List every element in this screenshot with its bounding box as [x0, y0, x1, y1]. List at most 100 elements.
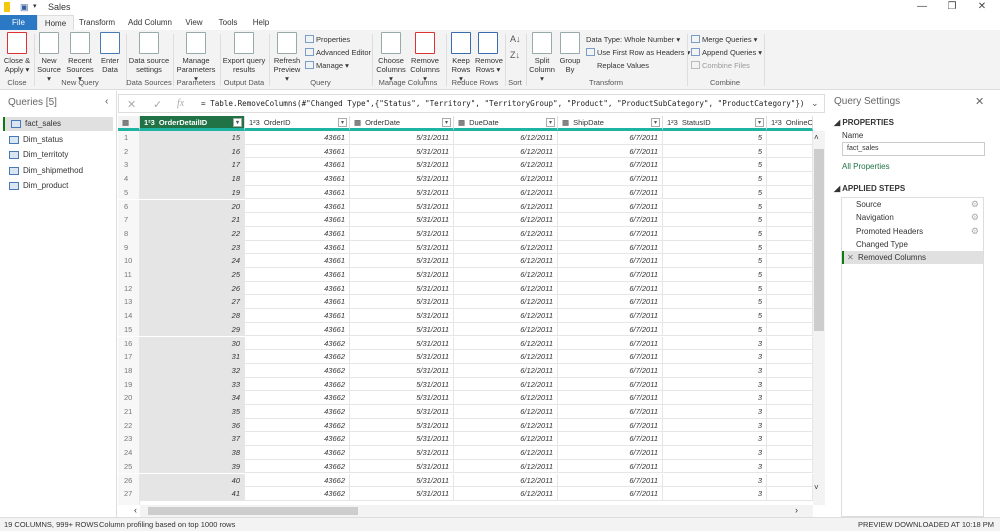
table-cell[interactable] — [767, 405, 813, 419]
table-cell[interactable] — [767, 446, 813, 460]
column-header[interactable]: ▦ DueDate ▾ — [454, 116, 558, 131]
table-cell[interactable]: 5 — [663, 295, 767, 310]
table-cell[interactable]: 3 — [663, 446, 767, 460]
column-header[interactable]: ▦ ShipDate ▾ — [558, 116, 663, 131]
column-header[interactable]: 1²3 OrderDetailID ▾ — [140, 116, 245, 131]
table-cell[interactable]: 5/31/2011 — [350, 226, 454, 241]
date-type-icon[interactable]: ▦ — [354, 118, 361, 127]
table-cell[interactable]: 6/7/2011 — [558, 144, 663, 159]
manage-parameters-button[interactable]: Manage Parameters ▾ — [175, 32, 217, 83]
column-header[interactable]: 1²3 OrderID ▾ — [245, 116, 350, 131]
properties-header[interactable]: ◢ PROPERTIES — [834, 118, 894, 127]
formula-bar[interactable]: ✕ ✓ fx = Table.RemoveColumns(#"Changed T… — [118, 94, 825, 113]
table-cell[interactable]: 6/12/2011 — [454, 418, 558, 433]
table-cell[interactable]: 6/7/2011 — [558, 226, 663, 241]
applied-step[interactable]: Changed Type — [842, 238, 983, 251]
minimize-icon[interactable]: — — [912, 1, 932, 12]
table-cell[interactable]: 5 — [663, 322, 767, 337]
table-cell[interactable] — [767, 158, 813, 173]
table-cell[interactable]: 22 — [140, 226, 245, 241]
gear-icon[interactable]: ⚙ — [971, 198, 979, 211]
recent-sources-button[interactable]: Recent Sources ▾ — [65, 32, 95, 83]
table-cell[interactable]: 3 — [663, 487, 767, 501]
table-cell[interactable]: 3 — [663, 405, 767, 419]
table-cell[interactable]: 5 — [663, 213, 767, 227]
table-cell[interactable] — [767, 281, 813, 296]
table-cell[interactable]: 5/31/2011 — [350, 131, 454, 145]
row-number[interactable]: 7 — [118, 213, 140, 227]
table-cell[interactable] — [767, 322, 813, 337]
table-cell[interactable]: 5 — [663, 281, 767, 296]
applied-step[interactable]: Promoted Headers ⚙ — [842, 225, 983, 238]
table-cell[interactable]: 6/12/2011 — [454, 185, 558, 200]
table-cell[interactable] — [767, 309, 813, 323]
manage-button[interactable]: Manage ▾ — [305, 61, 349, 70]
table-cell[interactable]: 5/31/2011 — [350, 144, 454, 159]
gear-icon[interactable]: ⚙ — [971, 211, 979, 224]
properties-button[interactable]: Properties — [305, 35, 350, 44]
table-cell[interactable]: 34 — [140, 391, 245, 405]
table-cell[interactable]: 3 — [663, 418, 767, 433]
table-cell[interactable]: 3 — [663, 350, 767, 364]
row-number[interactable]: 2 — [118, 144, 140, 159]
table-cell[interactable] — [767, 459, 813, 474]
table-cell[interactable]: 5 — [663, 254, 767, 268]
table-cell[interactable]: 5 — [663, 185, 767, 200]
table-cell[interactable]: 43661 — [245, 213, 350, 227]
row-number[interactable]: 5 — [118, 185, 140, 200]
table-cell[interactable]: 5/31/2011 — [350, 418, 454, 433]
table-cell[interactable]: 6/7/2011 — [558, 336, 663, 351]
table-cell[interactable]: 43662 — [245, 377, 350, 392]
table-cell[interactable]: 5/31/2011 — [350, 158, 454, 173]
query-name-input[interactable]: fact_sales — [842, 142, 985, 156]
table-cell[interactable]: 38 — [140, 446, 245, 460]
table-cell[interactable] — [767, 336, 813, 351]
table-cell[interactable]: 5 — [663, 172, 767, 186]
whole-number-type-icon[interactable]: 1²3 — [771, 118, 782, 127]
row-number[interactable]: 9 — [118, 240, 140, 255]
tab-transform[interactable]: Transform — [76, 15, 118, 30]
date-type-icon[interactable]: ▦ — [458, 118, 465, 127]
query-item[interactable]: Dim_status — [3, 133, 113, 147]
table-cell[interactable]: 6/7/2011 — [558, 473, 663, 488]
row-number[interactable]: 18 — [118, 363, 140, 378]
table-cell[interactable]: 5/31/2011 — [350, 268, 454, 282]
collapse-pane-icon[interactable]: ‹ — [105, 96, 108, 107]
table-cell[interactable]: 43661 — [245, 131, 350, 145]
table-cell[interactable]: 5 — [663, 199, 767, 214]
table-cell[interactable]: 5/31/2011 — [350, 363, 454, 378]
filter-dropdown-icon[interactable]: ▾ — [233, 118, 242, 127]
all-properties-link[interactable]: All Properties — [842, 162, 890, 171]
table-cell[interactable]: 6/12/2011 — [454, 473, 558, 488]
table-cell[interactable]: 5 — [663, 131, 767, 145]
applied-steps-header[interactable]: ◢ APPLIED STEPS — [834, 184, 905, 193]
table-cell[interactable]: 5/31/2011 — [350, 295, 454, 310]
table-cell[interactable]: 6/7/2011 — [558, 172, 663, 186]
table-cell[interactable] — [767, 199, 813, 214]
table-cell[interactable]: 6/12/2011 — [454, 391, 558, 405]
table-cell[interactable]: 5/31/2011 — [350, 405, 454, 419]
table-cell[interactable]: 43661 — [245, 281, 350, 296]
profiling-status[interactable]: Column profiling based on top 1000 rows — [99, 518, 235, 531]
filter-dropdown-icon[interactable]: ▾ — [546, 118, 555, 127]
table-cell[interactable] — [767, 185, 813, 200]
customize-toolbar-icon[interactable]: ▾ — [33, 2, 37, 10]
table-cell[interactable]: 6/7/2011 — [558, 350, 663, 364]
table-cell[interactable]: 5 — [663, 226, 767, 241]
table-cell[interactable]: 5/31/2011 — [350, 432, 454, 447]
table-cell[interactable]: 5/31/2011 — [350, 281, 454, 296]
query-item[interactable]: Dim_product — [3, 179, 113, 193]
table-cell[interactable]: 6/7/2011 — [558, 377, 663, 392]
tab-home[interactable]: Home — [37, 15, 74, 30]
table-cell[interactable]: 5/31/2011 — [350, 459, 454, 474]
table-cell[interactable]: 39 — [140, 459, 245, 474]
table-cell[interactable]: 6/12/2011 — [454, 226, 558, 241]
close-window-icon[interactable]: ✕ — [972, 1, 992, 12]
table-cell[interactable] — [767, 418, 813, 433]
table-cell[interactable]: 6/12/2011 — [454, 144, 558, 159]
use-first-row-headers-button[interactable]: Use First Row as Headers ▾ — [586, 48, 690, 57]
table-cell[interactable]: 6/7/2011 — [558, 432, 663, 447]
table-cell[interactable] — [767, 432, 813, 447]
table-cell[interactable] — [767, 391, 813, 405]
table-cell[interactable]: 6/7/2011 — [558, 213, 663, 227]
